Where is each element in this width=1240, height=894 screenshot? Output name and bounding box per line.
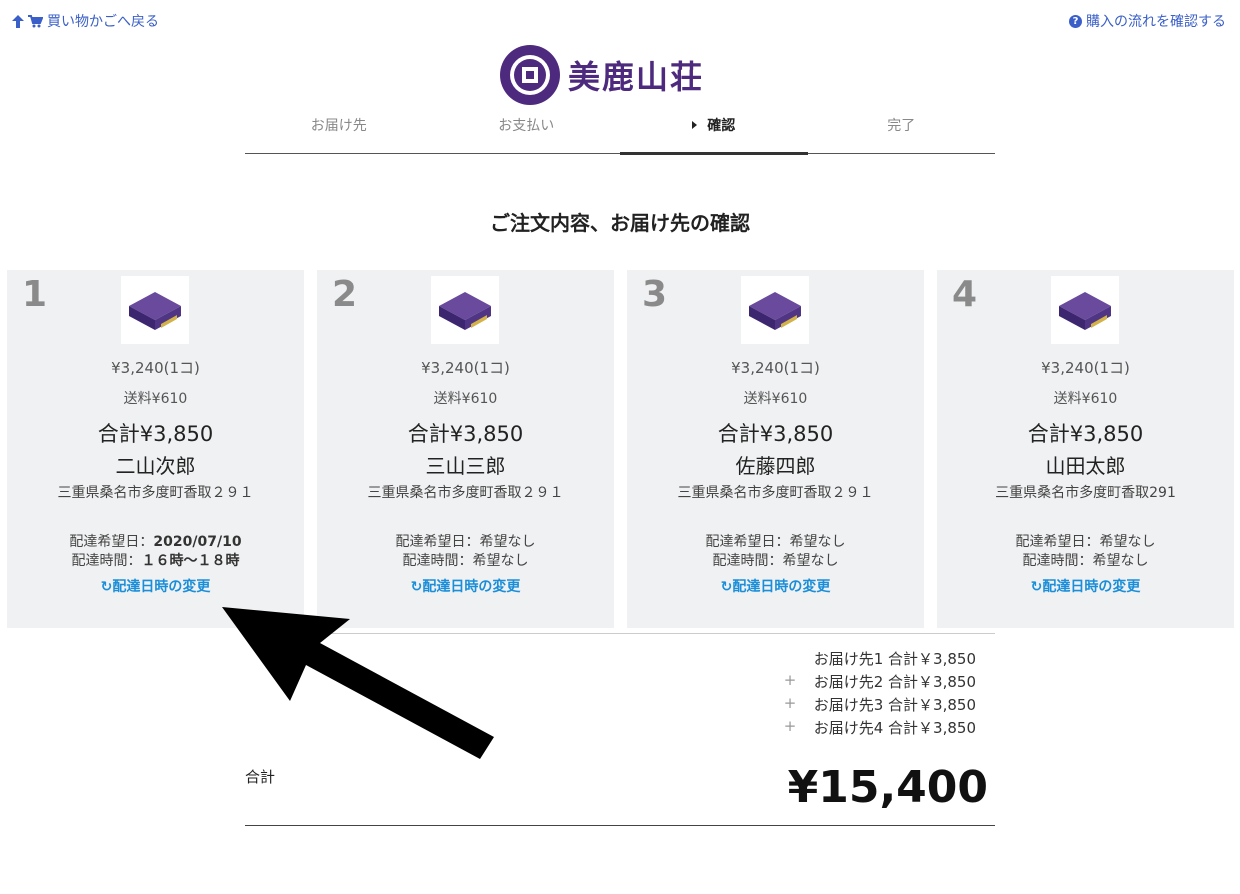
delivery-date: 配達希望日：2020/07/10 bbox=[69, 534, 242, 550]
shipping-fee: 送料¥610 bbox=[743, 391, 808, 407]
order-summary: お届け先1 合計￥3,850 + お届け先2 合計￥3,850 + お届け先3 合計… bbox=[676, 648, 976, 740]
change-delivery-datetime-link[interactable]: ↻配達日時の変更 bbox=[317, 576, 614, 596]
product-image bbox=[121, 276, 189, 344]
delivery-card: 4 ¥3,240(1コ) 送料¥610 合計¥3,850 山田太郎 三重県桑名市… bbox=[937, 270, 1234, 628]
recipient-name: 二山次郎 bbox=[115, 454, 196, 478]
recipient-address: 三重県桑名市多度町香取２９１ bbox=[367, 485, 564, 501]
grand-total-label: 合計 bbox=[245, 768, 276, 786]
rotate-icon: ↻ bbox=[100, 579, 113, 595]
recipient-address: 三重県桑名市多度町香取２９１ bbox=[677, 485, 874, 501]
back-to-cart-link[interactable]: 買い物かごへ戻る bbox=[12, 11, 159, 31]
back-to-cart-label: 買い物かごへ戻る bbox=[47, 14, 159, 30]
recipient-name: 三山三郎 bbox=[425, 454, 506, 478]
rotate-icon: ↻ bbox=[1030, 579, 1043, 595]
question-circle-icon: ? bbox=[1069, 14, 1082, 28]
card-total: 合計¥3,850 bbox=[717, 422, 834, 446]
card-total: 合計¥3,850 bbox=[407, 422, 524, 446]
delivery-time: 配達時間：希望なし bbox=[1022, 553, 1149, 569]
card-total: 合計¥3,850 bbox=[97, 422, 214, 446]
delivery-cards: 1 ¥3,240(1コ) 送料¥610 合計¥3,850 二山次郎 三重県桑名市… bbox=[7, 270, 1234, 628]
cart-icon bbox=[28, 14, 43, 27]
delivery-date: 配達希望日：希望なし bbox=[395, 534, 536, 550]
item-price: ¥3,240(1コ) bbox=[421, 359, 510, 377]
delivery-date: 配達希望日：希望なし bbox=[1015, 534, 1156, 550]
annotation-arrow bbox=[222, 607, 494, 759]
shipping-fee: 送料¥610 bbox=[1053, 391, 1118, 407]
delivery-time: 配達時間：希望なし bbox=[712, 553, 839, 569]
site-logo: 美鹿山荘 bbox=[498, 41, 704, 109]
step-delivery: お届け先 bbox=[310, 118, 367, 134]
checkout-steps: お届け先 お支払い 確認 完了 bbox=[245, 109, 995, 155]
card-number: 1 bbox=[22, 274, 48, 315]
change-delivery-datetime-link[interactable]: ↻配達日時の変更 bbox=[937, 576, 1234, 596]
delivery-time: 配達時間：１６時～１８時 bbox=[71, 553, 240, 569]
product-image bbox=[1051, 276, 1119, 344]
recipient-name: 佐藤四郎 bbox=[735, 454, 816, 478]
summary-row: + お届け先4 合計￥3,850 bbox=[783, 717, 976, 737]
logo-text: 美鹿山荘 bbox=[568, 58, 705, 96]
item-price: ¥3,240(1コ) bbox=[1041, 359, 1130, 377]
step-payment: お支払い bbox=[498, 118, 555, 134]
card-number: 4 bbox=[952, 274, 978, 315]
card-number: 3 bbox=[642, 274, 668, 315]
card-total: 合計¥3,850 bbox=[1027, 422, 1144, 446]
grand-total-value: ¥15,400 bbox=[787, 762, 988, 813]
change-delivery-datetime-link[interactable]: ↻配達日時の変更 bbox=[627, 576, 924, 596]
rotate-icon: ↻ bbox=[410, 579, 423, 595]
item-price: ¥3,240(1コ) bbox=[731, 359, 820, 377]
purchase-flow-label: 購入の流れを確認する bbox=[1086, 14, 1226, 30]
delivery-card: 3 ¥3,240(1コ) 送料¥610 合計¥3,850 佐藤四郎 三重県桑名市… bbox=[627, 270, 924, 628]
caret-right-icon bbox=[692, 121, 698, 129]
arrow-up-icon bbox=[12, 14, 24, 28]
product-image bbox=[431, 276, 499, 344]
step-confirm: 確認 bbox=[620, 109, 808, 155]
delivery-card: 2 ¥3,240(1コ) 送料¥610 合計¥3,850 三山三郎 三重県桑名市… bbox=[317, 270, 614, 628]
shipping-fee: 送料¥610 bbox=[123, 391, 188, 407]
step-complete: 完了 bbox=[887, 118, 916, 134]
divider bbox=[245, 825, 995, 826]
product-image bbox=[741, 276, 809, 344]
delivery-card: 1 ¥3,240(1コ) 送料¥610 合計¥3,850 二山次郎 三重県桑名市… bbox=[7, 270, 304, 628]
page-title: ご注文内容、お届け先の確認 bbox=[490, 211, 750, 235]
recipient-address: 三重県桑名市多度町香取291 bbox=[995, 485, 1176, 501]
delivery-date: 配達希望日：希望なし bbox=[705, 534, 846, 550]
recipient-name: 山田太郎 bbox=[1045, 454, 1126, 478]
card-number: 2 bbox=[332, 274, 358, 315]
change-delivery-datetime-link[interactable]: ↻配達日時の変更 bbox=[7, 576, 304, 596]
logo-emblem bbox=[500, 45, 560, 105]
summary-row: + お届け先2 合計￥3,850 bbox=[783, 671, 976, 691]
shipping-fee: 送料¥610 bbox=[433, 391, 498, 407]
rotate-icon: ↻ bbox=[720, 579, 733, 595]
summary-row: お届け先1 合計￥3,850 bbox=[813, 650, 976, 668]
item-price: ¥3,240(1コ) bbox=[111, 359, 200, 377]
summary-row: + お届け先3 合計￥3,850 bbox=[783, 694, 976, 714]
recipient-address: 三重県桑名市多度町香取２９１ bbox=[57, 485, 254, 501]
delivery-time: 配達時間：希望なし bbox=[402, 553, 529, 569]
purchase-flow-help-link[interactable]: ? 購入の流れを確認する bbox=[1069, 11, 1226, 31]
